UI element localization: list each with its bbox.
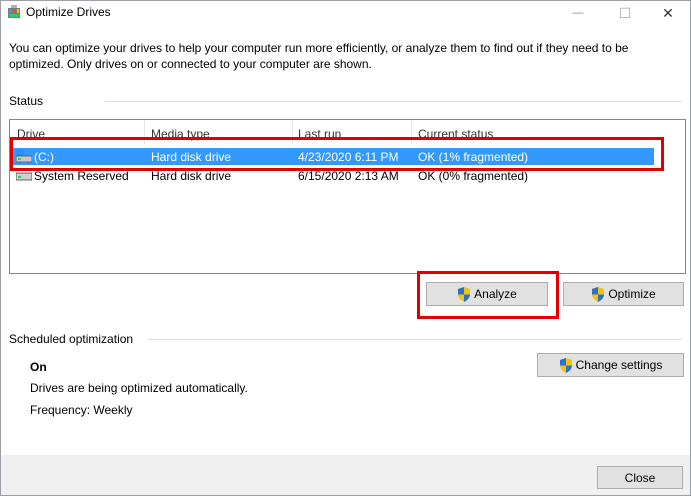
optimize-drives-window: Optimize Drives — ☐ ✕ You can optimize y… [0,0,691,496]
minimize-button[interactable]: — [555,1,601,25]
schedule-detail: Drives are being optimized automatically… [30,381,248,395]
schedule-frequency: Frequency: Weekly [30,403,133,417]
close-button-label: Close [624,470,656,485]
description-text: You can optimize your drives to help you… [9,41,629,71]
dialog-footer: Close [1,455,690,495]
close-window-button[interactable]: ✕ [645,1,691,25]
optimize-button-label: Optimize [608,287,656,301]
maximize-button[interactable]: ☐ [602,1,648,25]
change-settings-label: Change settings [575,358,663,372]
uac-shield-icon [592,286,605,302]
maximize-icon: ☐ [618,4,632,21]
defrag-app-icon [8,5,20,18]
last-run: 6/15/2020 2:13 AM [298,169,399,183]
uac-shield-icon [559,357,572,373]
schedule-divider [148,339,682,340]
selected-row-highlight [10,137,664,171]
minimize-icon: — [572,7,584,19]
close-icon: ✕ [662,4,674,21]
current-status: OK (0% fragmented) [418,169,529,183]
analyze-button-highlight [417,271,559,319]
status-section-label: Status [9,94,44,108]
media-type: Hard disk drive [151,169,232,183]
window-title: Optimize Drives [26,5,111,19]
optimize-button[interactable]: Optimize [563,282,684,306]
close-button[interactable]: Close [597,466,683,489]
title-bar: Optimize Drives — ☐ ✕ [1,1,690,25]
scheduled-optimization-label: Scheduled optimization [9,332,134,346]
drive-name: System Reserved [34,169,129,183]
change-settings-button[interactable]: Change settings [537,353,684,377]
status-divider [105,101,682,102]
schedule-state: On [30,360,47,374]
